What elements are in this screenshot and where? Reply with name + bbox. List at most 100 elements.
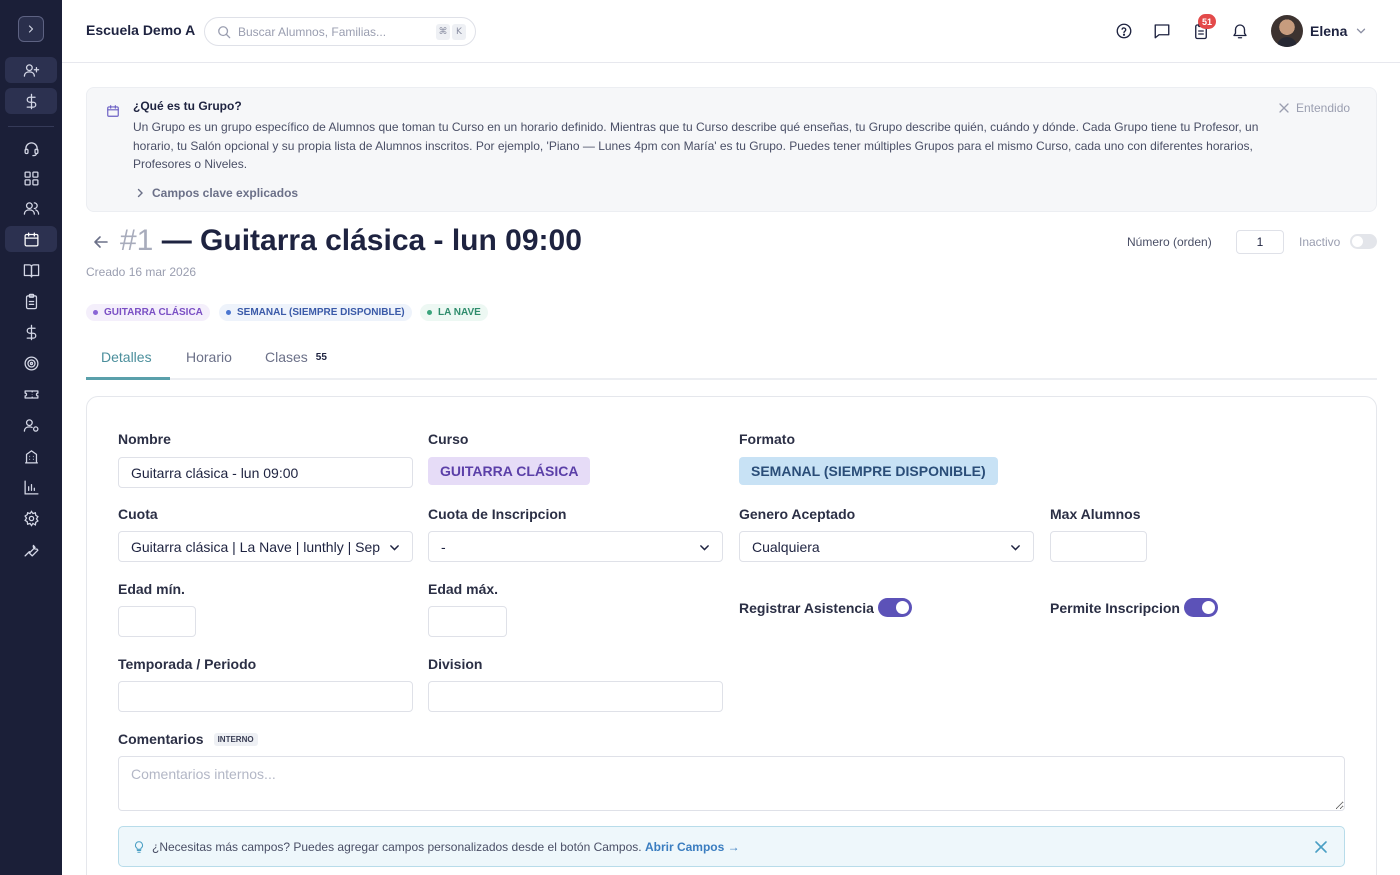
formato-pill[interactable]: SEMANAL (SIEMPRE DISPONIBLE): [739, 457, 998, 485]
bell-icon: [1233, 24, 1247, 39]
close-icon[interactable]: [1314, 840, 1328, 854]
genero-select[interactable]: Cualquiera: [739, 531, 1034, 562]
chevron-down-icon: [698, 541, 711, 554]
top-header: Escuela Demo A ⌘ K 51 Elena: [62, 0, 1400, 63]
registrar-asistencia-toggle[interactable]: [878, 598, 912, 617]
sidebar-item-staff[interactable]: [5, 412, 57, 438]
tag-label: LA NAVE: [438, 307, 481, 318]
tab-details[interactable]: Detalles: [101, 349, 152, 365]
sidebar-toggle-button[interactable]: [18, 16, 44, 42]
hint-text: ¿Necesitas más campos? Puedes agregar ca…: [152, 840, 740, 854]
registrar-asistencia-label: Registrar Asistencia: [739, 600, 874, 616]
nombre-input[interactable]: Guitarra clásica - lun 09:00: [118, 457, 413, 488]
sidebar-item-tools[interactable]: [5, 536, 57, 562]
search-input[interactable]: [238, 23, 428, 41]
shortcut-key-k: K: [452, 24, 466, 40]
book-icon: [23, 263, 39, 278]
chart-icon: [23, 479, 39, 495]
tab-schedule[interactable]: Horario: [186, 349, 232, 365]
users-icon: [23, 201, 39, 215]
temporada-label: Temporada / Periodo: [118, 656, 257, 672]
notifications-button[interactable]: [1230, 21, 1250, 41]
sidebar-item-goals[interactable]: [5, 350, 57, 376]
curso-label: Curso: [428, 431, 469, 447]
sidebar-item-payments[interactable]: [5, 88, 57, 114]
chevron-right-icon: [137, 188, 143, 198]
key-fields-label: Campos clave explicados: [152, 186, 299, 200]
user-name[interactable]: Elena: [1310, 23, 1347, 39]
messages-button[interactable]: [1152, 21, 1172, 41]
comentarios-label-text: Comentarios: [118, 731, 204, 747]
cuota-inscripcion-select[interactable]: -: [428, 531, 723, 562]
tag-dot: [93, 310, 98, 315]
cuota-select[interactable]: Guitarra clásica | La Nave | lunthly | S…: [118, 531, 413, 562]
edad-min-input[interactable]: [118, 606, 196, 637]
tag-label: SEMANAL (SIEMPRE DISPONIBLE): [237, 307, 405, 318]
dashboard-icon: [23, 170, 39, 186]
sidebar-item-students[interactable]: [5, 195, 57, 221]
genero-value: Cualquiera: [752, 538, 820, 555]
temporada-input[interactable]: [118, 681, 413, 712]
internal-badge: INTERNO: [213, 733, 258, 746]
sidebar-item-reports[interactable]: [5, 474, 57, 500]
curso-pill[interactable]: GUITARRA CLÁSICA: [428, 457, 591, 485]
clipboard-icon: [25, 293, 37, 309]
classes-count: 55: [315, 351, 327, 363]
sidebar-item-billing[interactable]: [5, 319, 57, 345]
comentarios-label: Comentarios INTERNO: [118, 731, 258, 747]
dismiss-label: Entendido: [1296, 101, 1351, 115]
headset-icon: [23, 141, 39, 156]
sidebar-item-add-user[interactable]: [5, 57, 57, 83]
comentarios-textarea[interactable]: [118, 756, 1345, 811]
sidebar-item-support[interactable]: [5, 135, 57, 161]
permite-inscripcion-label: Permite Inscripcion: [1050, 600, 1180, 616]
ticket-icon: [23, 389, 39, 399]
sidebar-item-groups[interactable]: [5, 226, 57, 252]
sidebar: [0, 0, 62, 875]
custom-fields-hint: ¿Necesitas más campos? Puedes agregar ca…: [118, 826, 1345, 867]
lightbulb-icon: [134, 841, 144, 853]
inactive-toggle[interactable]: [1350, 234, 1377, 249]
location-tag: LA NAVE: [420, 304, 488, 321]
course-tag: GUITARRA CLÁSICA: [86, 304, 210, 321]
key-fields-toggle[interactable]: Campos clave explicados: [135, 186, 298, 200]
edad-max-input[interactable]: [428, 606, 507, 637]
tab-classes[interactable]: Clases 55: [265, 349, 327, 365]
chevron-down-icon[interactable]: [1354, 24, 1368, 38]
back-arrow-icon[interactable]: [92, 233, 110, 251]
user-settings-icon: [23, 418, 39, 432]
sidebar-item-settings[interactable]: [5, 505, 57, 531]
help-button[interactable]: [1114, 21, 1134, 41]
tag-label: GUITARRA CLÁSICA: [104, 307, 203, 318]
dismiss-info-button[interactable]: Entendido: [1279, 101, 1350, 115]
chevron-right-icon: [28, 25, 34, 33]
permite-inscripcion-toggle[interactable]: [1184, 598, 1218, 617]
open-fields-link[interactable]: Abrir Campos →: [645, 840, 740, 854]
group-number: #1: [120, 224, 154, 257]
sidebar-divider: [8, 126, 54, 127]
max-alumnos-input[interactable]: [1050, 531, 1147, 562]
sidebar-item-courses[interactable]: [5, 257, 57, 283]
page-title: #1 — Guitarra clásica - lun 09:00: [120, 224, 582, 258]
close-icon: [1279, 103, 1289, 113]
division-input[interactable]: [428, 681, 723, 712]
sidebar-item-tickets[interactable]: [5, 381, 57, 407]
tag-dot: [427, 310, 432, 315]
cuota-label: Cuota: [118, 506, 158, 522]
hint-message: ¿Necesitas más campos? Puedes agregar ca…: [152, 840, 642, 854]
info-banner: ¿Qué es tu Grupo? Un Grupo es un grupo e…: [86, 87, 1377, 212]
dollar-icon: [26, 93, 36, 109]
chevron-down-icon: [1009, 541, 1022, 554]
group-title: — Guitarra clásica - lun 09:00: [161, 224, 582, 257]
sidebar-item-dashboard[interactable]: [5, 165, 57, 191]
nombre-label: Nombre: [118, 431, 171, 447]
order-input[interactable]: [1236, 230, 1284, 254]
cuota-inscripcion-value: -: [441, 538, 446, 555]
sidebar-item-locations[interactable]: [5, 443, 57, 469]
school-name[interactable]: Escuela Demo A: [86, 22, 195, 38]
search-box[interactable]: ⌘ K: [204, 17, 476, 46]
sidebar-item-attendance[interactable]: [5, 288, 57, 314]
tab-label: Horario: [186, 349, 232, 365]
avatar[interactable]: [1271, 15, 1303, 47]
tag-dot: [226, 310, 231, 315]
